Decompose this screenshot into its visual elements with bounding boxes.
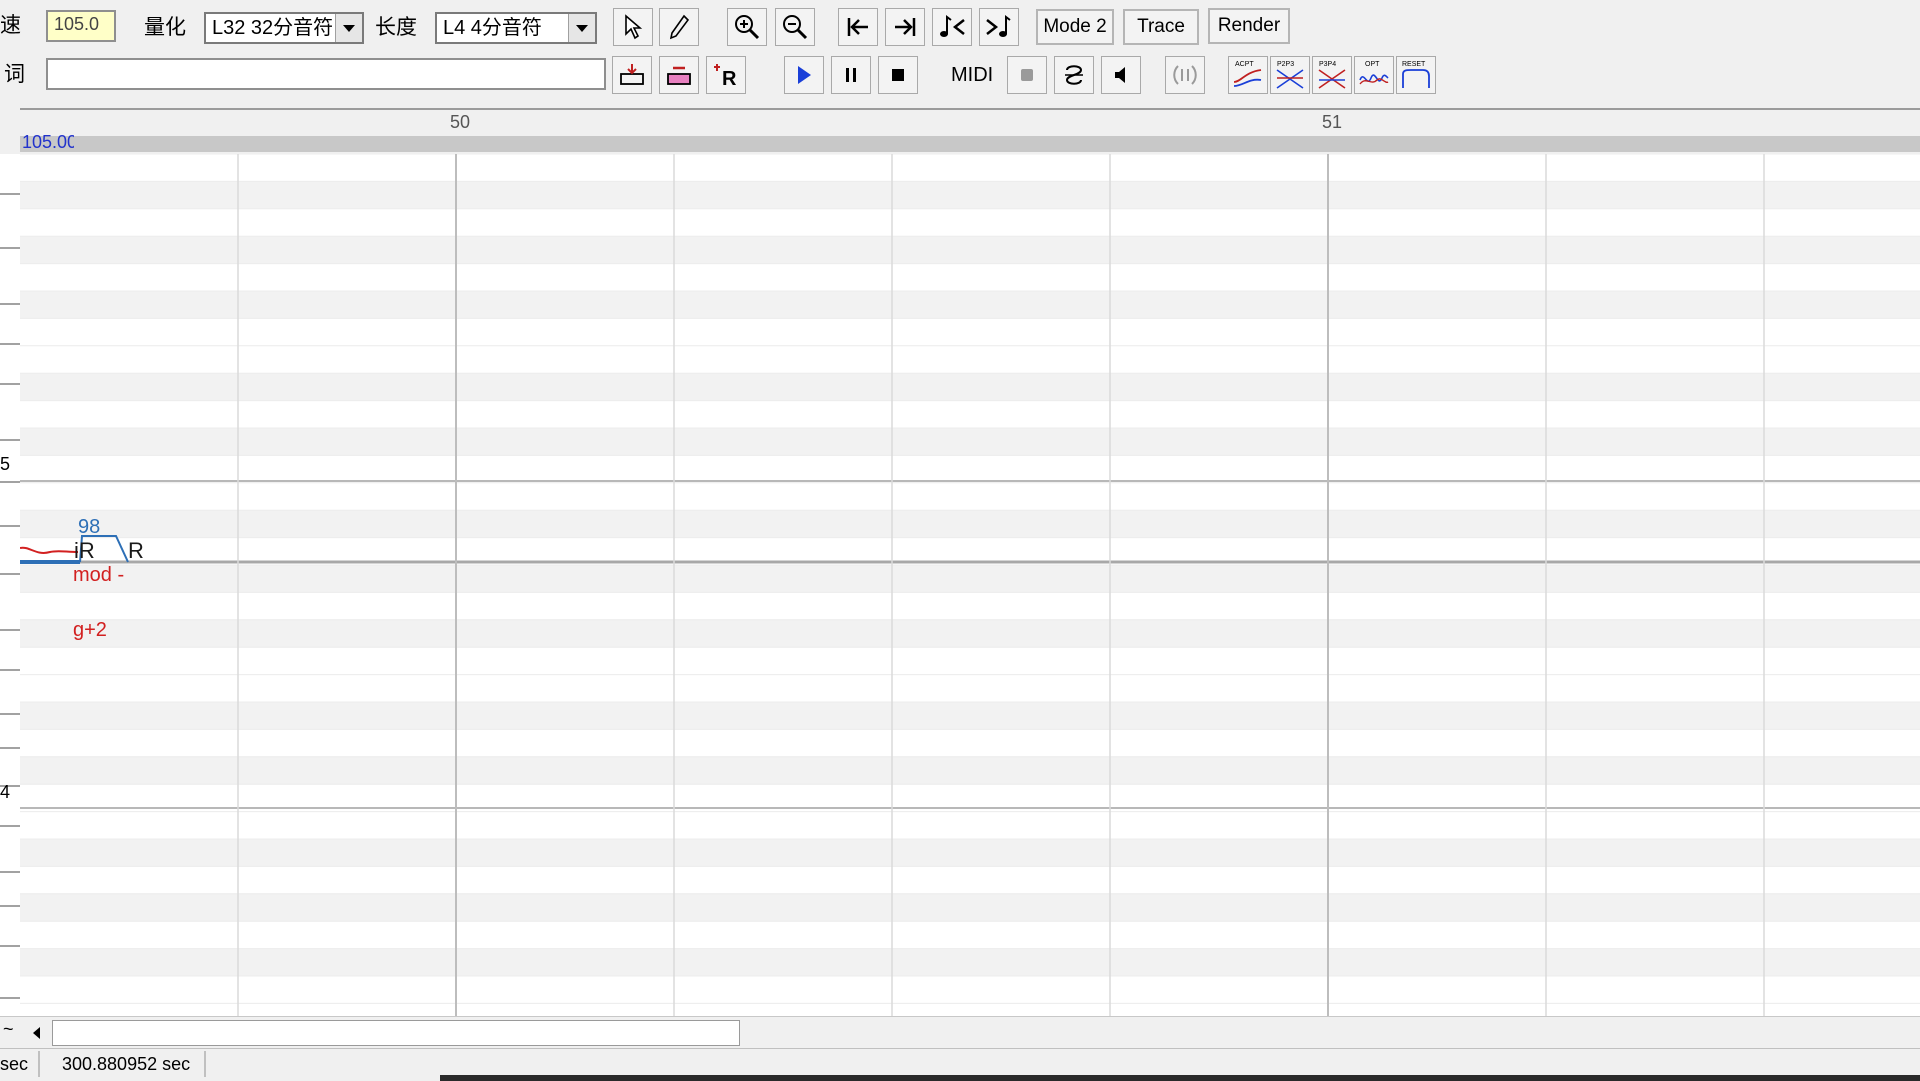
- rest-lyric[interactable]: R: [128, 538, 144, 564]
- opt-icon: OPT: [1359, 61, 1389, 85]
- length-label: 长度: [375, 16, 417, 39]
- next-note-button[interactable]: [979, 8, 1019, 46]
- skip-end-icon: [895, 18, 916, 36]
- status-unit: sec: [0, 1054, 29, 1074]
- record-button[interactable]: [1007, 56, 1047, 94]
- lyrics-label: 词: [4, 63, 25, 86]
- loop-icon: [1065, 65, 1083, 85]
- octave-label-5: 5: [0, 454, 11, 474]
- opt-button[interactable]: OPT: [1354, 56, 1394, 94]
- mute-button[interactable]: [1101, 56, 1141, 94]
- go-to-start-button[interactable]: [838, 8, 878, 46]
- measure-number-50: 50: [450, 112, 471, 132]
- horizontal-scrollbar[interactable]: ~: [0, 1016, 1920, 1049]
- delete-note-button[interactable]: [659, 56, 699, 94]
- trace-button[interactable]: Trace: [1123, 9, 1199, 45]
- pencil-tool-button[interactable]: [659, 8, 699, 46]
- g-label: g+2: [73, 619, 107, 641]
- lyrics-input[interactable]: [46, 58, 606, 90]
- acpt-icon-text: ACPT: [1235, 61, 1254, 68]
- tilde-icon: ~: [3, 1019, 14, 1039]
- mod-label: mod -: [73, 564, 125, 586]
- pause-button[interactable]: [831, 56, 871, 94]
- stop-icon: [892, 69, 904, 81]
- reset-icon-text: RESET: [1402, 61, 1426, 68]
- record-icon: [1021, 69, 1033, 81]
- prev-note-button[interactable]: [932, 8, 972, 46]
- midi-label: MIDI: [951, 64, 994, 86]
- status-time: 300.880952 sec: [62, 1054, 191, 1074]
- skip-start-icon: [847, 18, 868, 36]
- link-button[interactable]: [1165, 56, 1205, 94]
- quantize-value: L32 32分音符: [212, 17, 334, 39]
- quantize-select[interactable]: L32 32分音符: [204, 12, 364, 44]
- piano-roll-grid[interactable]: [20, 154, 1920, 1016]
- length-select[interactable]: L4 4分音符: [435, 12, 597, 44]
- p3p4-button[interactable]: P3P4: [1312, 56, 1352, 94]
- reset-icon: RESET: [1402, 61, 1430, 88]
- reset-button[interactable]: RESET: [1396, 56, 1436, 94]
- zoom-in-icon: [735, 15, 760, 40]
- svg-text:R: R: [722, 68, 737, 89]
- pause-icon: [846, 68, 856, 82]
- play-button[interactable]: [784, 56, 824, 94]
- insert-note-icon: [620, 64, 644, 85]
- length-value: L4 4分音符: [443, 17, 542, 39]
- quantize-label: 量化: [144, 16, 186, 39]
- render-button[interactable]: Render: [1208, 8, 1290, 44]
- status-separator: [38, 1051, 40, 1077]
- scroll-thumb[interactable]: [52, 1020, 740, 1046]
- note-lyric[interactable]: iR: [74, 538, 95, 564]
- p3p4-icon: P3P4: [1318, 61, 1346, 89]
- insert-note-button[interactable]: [612, 56, 652, 94]
- mode-2-button[interactable]: Mode 2: [1036, 9, 1114, 45]
- bracket-link-icon: [1173, 65, 1197, 85]
- pencil-icon: [669, 14, 690, 40]
- insert-rest-icon: R: [714, 64, 737, 89]
- zoom-out-icon: [783, 15, 808, 40]
- note-next-icon: [986, 15, 1011, 37]
- note-prev-icon: [940, 15, 965, 37]
- acpt-button[interactable]: ACPT: [1228, 56, 1268, 94]
- select-tool-button[interactable]: [613, 8, 653, 46]
- taskbar-edge: [440, 1075, 1920, 1081]
- insert-rest-button[interactable]: R: [706, 56, 746, 94]
- key-ticks: [0, 193, 20, 999]
- status-bar: sec 300.880952 sec: [0, 1048, 1920, 1081]
- piano-keyboard[interactable]: [0, 154, 21, 1016]
- tempo-input[interactable]: 105.0: [46, 10, 116, 42]
- opt-icon-text: OPT: [1365, 61, 1380, 68]
- measure-number-51: 51: [1322, 112, 1343, 132]
- acpt-icon: ACPT: [1233, 61, 1262, 87]
- tempo-label: 速: [0, 14, 21, 37]
- grid-lines: [20, 154, 1920, 1016]
- p2p3-icon: P2P3: [1276, 61, 1304, 89]
- zoom-out-button[interactable]: [775, 8, 815, 46]
- delete-note-icon: [667, 66, 691, 85]
- go-to-end-button[interactable]: [885, 8, 925, 46]
- measure-ruler[interactable]: 50 51 105.00: [20, 108, 1920, 154]
- stop-button[interactable]: [878, 56, 918, 94]
- chevron-down-icon[interactable]: [568, 14, 595, 42]
- loop-button[interactable]: [1054, 56, 1094, 94]
- octave-label-4: 4: [0, 782, 11, 802]
- chevron-down-icon[interactable]: [335, 14, 362, 42]
- speaker-icon: [1115, 67, 1125, 83]
- arrow-left-icon: [33, 1027, 40, 1039]
- p2p3-button[interactable]: P2P3: [1270, 56, 1310, 94]
- p2p3-icon-text: P2P3: [1277, 61, 1294, 68]
- status-separator: [204, 1051, 206, 1077]
- cursor-icon: [625, 14, 643, 40]
- zoom-in-button[interactable]: [727, 8, 767, 46]
- p3p4-icon-text: P3P4: [1319, 61, 1336, 68]
- scroll-left-button[interactable]: [26, 1021, 48, 1045]
- play-icon: [798, 66, 811, 84]
- tempo-marker[interactable]: 105.00: [22, 132, 74, 153]
- tempo-track[interactable]: [20, 136, 1920, 152]
